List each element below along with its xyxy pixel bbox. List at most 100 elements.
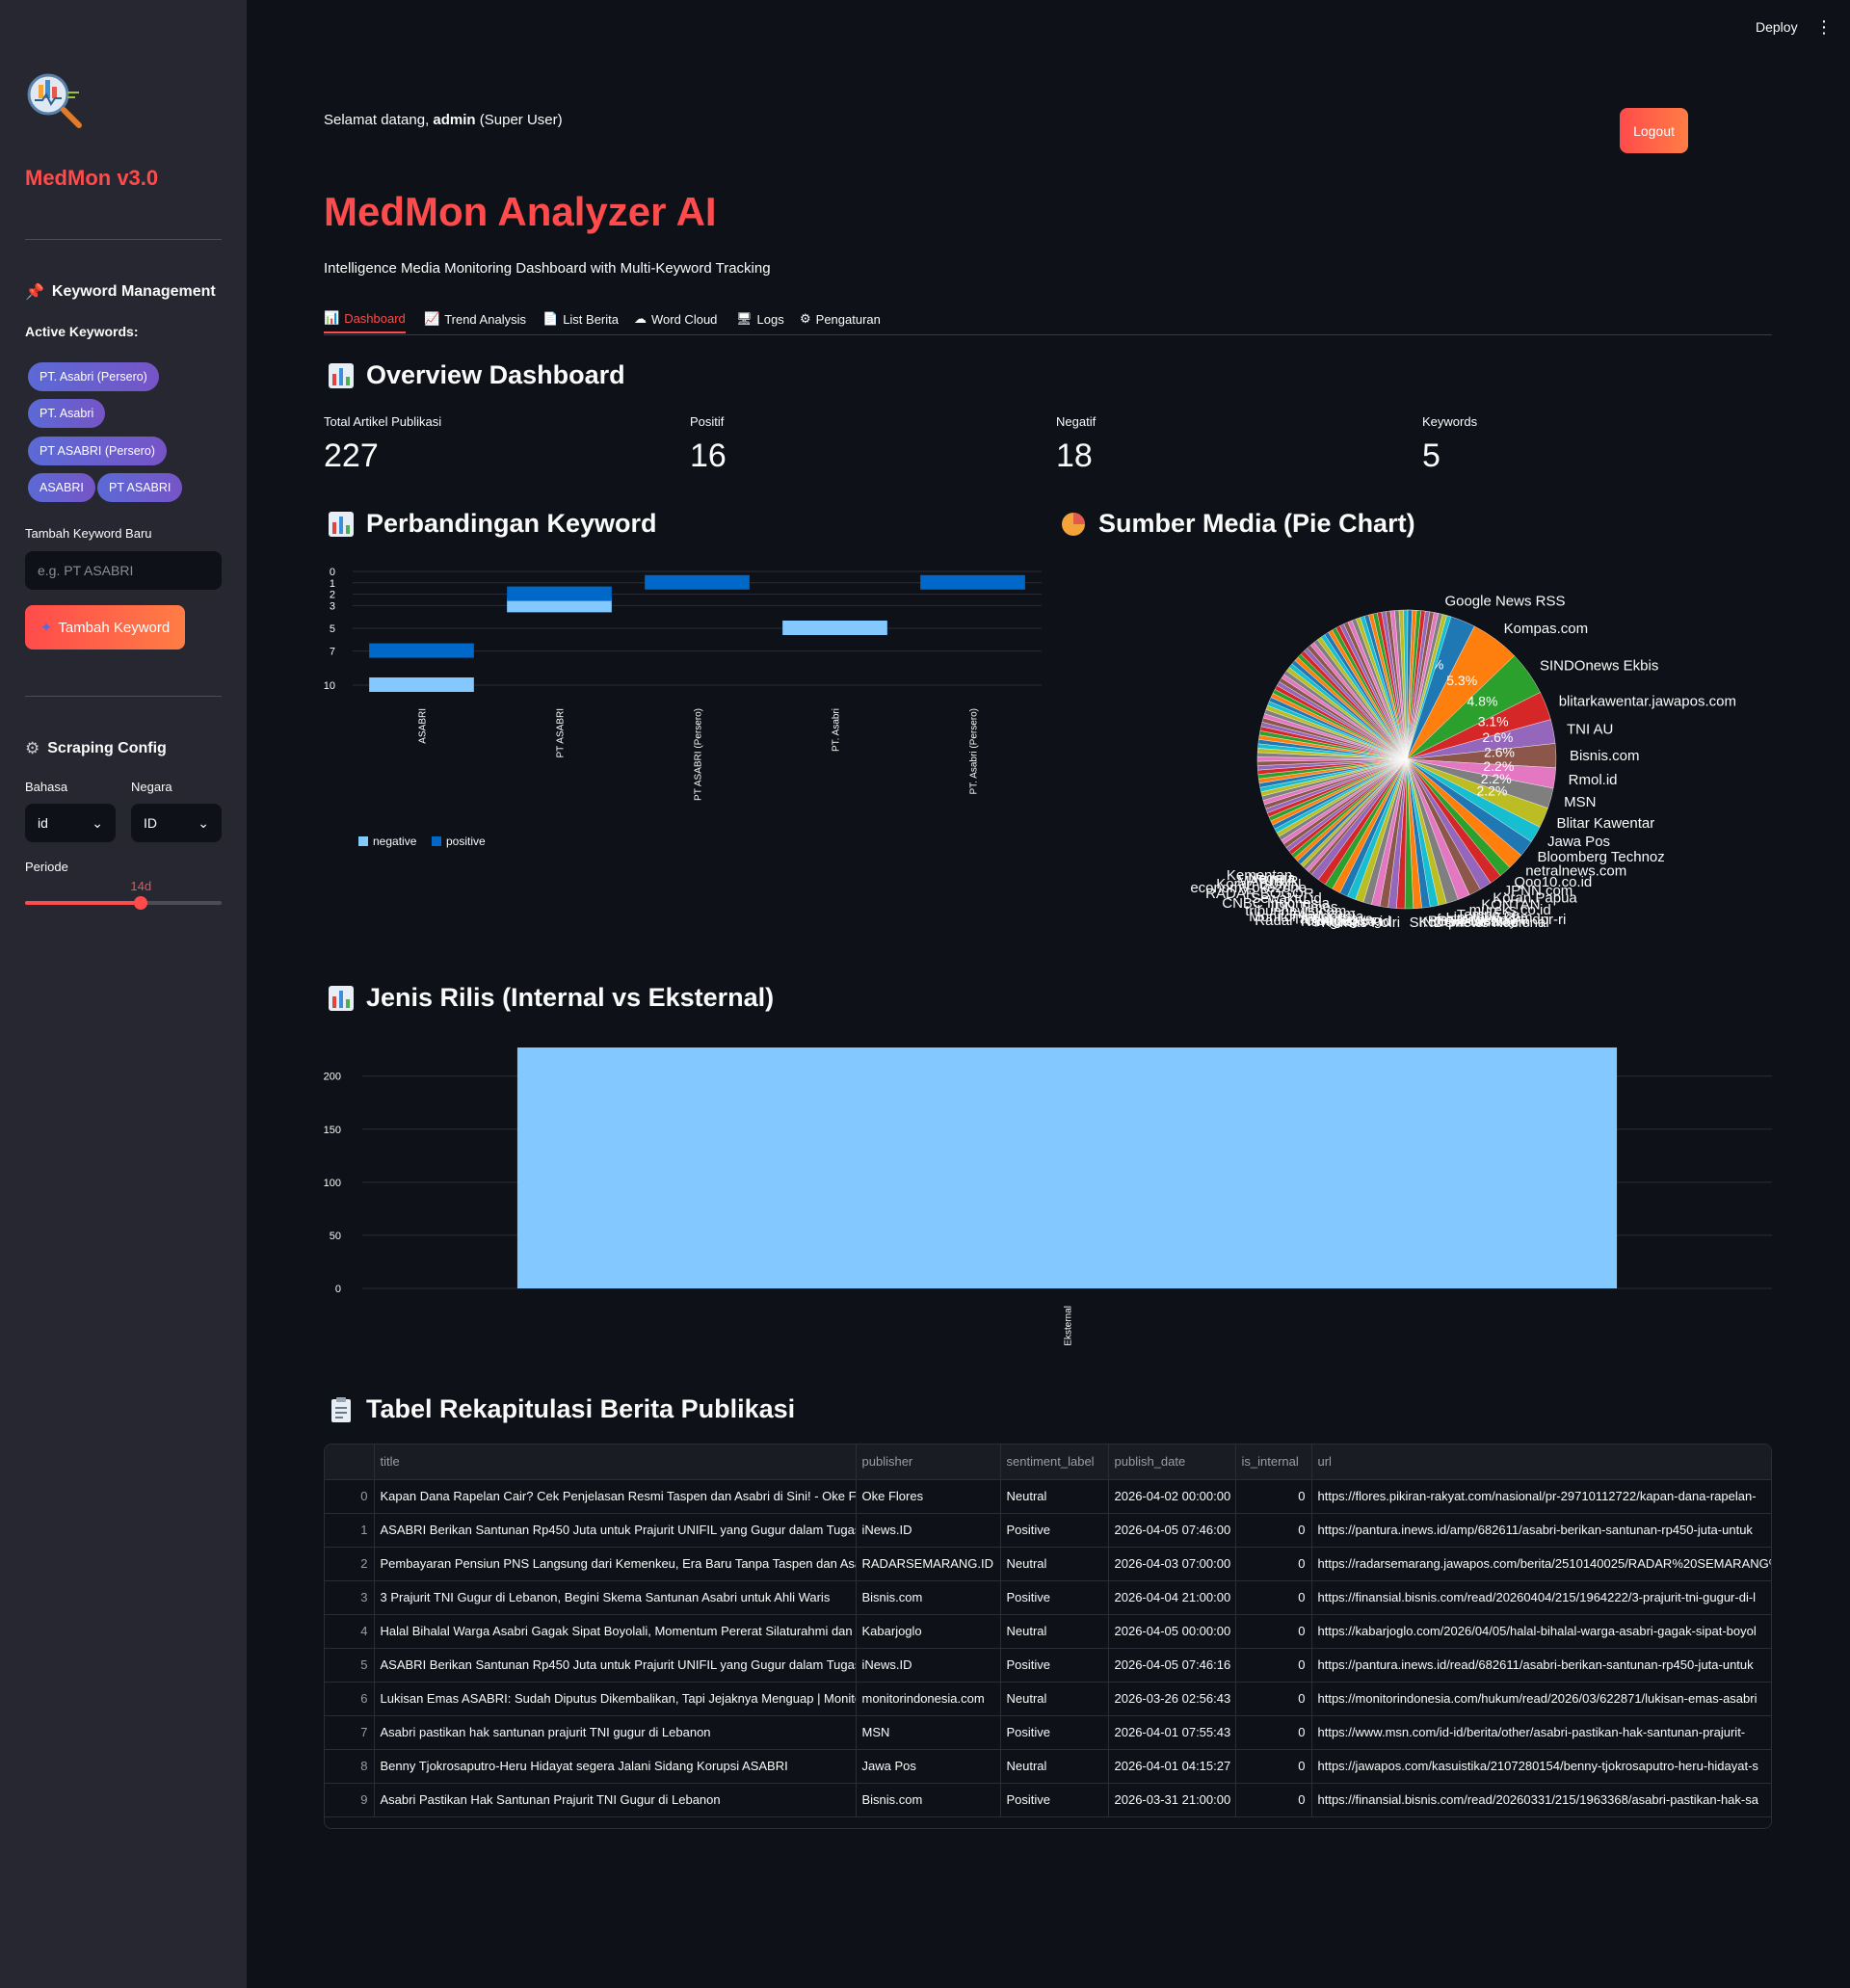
table-cell[interactable]: 2026-04-05 07:46:16: [1108, 1648, 1236, 1683]
column-header[interactable]: publish_date: [1108, 1445, 1236, 1480]
table-cell[interactable]: Bisnis.com: [856, 1580, 1001, 1615]
negara-select[interactable]: ID ⌄: [131, 804, 222, 842]
keyword-pill[interactable]: PT ASABRI: [97, 473, 183, 502]
table-cell[interactable]: ASABRI Berikan Santunan Rp450 Juta untuk…: [374, 1513, 857, 1548]
table-cell[interactable]: Jawa Pos: [856, 1749, 1001, 1784]
table-cell[interactable]: 1: [325, 1513, 375, 1548]
table-row[interactable]: 1 ASABRI Berikan Santunan Rp450 Juta untu…: [325, 1513, 1771, 1548]
tab-dashboard[interactable]: 📊 Dashboard: [324, 305, 406, 333]
tab-logs[interactable]: 🖥 Logs: [736, 305, 784, 333]
table-cell[interactable]: Asabri Pastikan Hak Santunan Prajurit TN…: [374, 1783, 857, 1817]
table-cell[interactable]: Kapan Dana Rapelan Cair? Cek Penjelasan …: [374, 1479, 857, 1514]
table-row[interactable]: 6 Lukisan Emas ASABRI: Sudah Diputus Dike…: [325, 1682, 1771, 1716]
table-cell[interactable]: https://www.msn.com/id-id/berita/other/a…: [1311, 1715, 1771, 1750]
table-cell[interactable]: Pembayaran Pensiun PNS Langsung dari Kem…: [374, 1547, 857, 1581]
table-row[interactable]: 0 Kapan Dana Rapelan Cair? Cek Penjelasan…: [325, 1479, 1771, 1514]
logout-button[interactable]: Logout: [1620, 108, 1688, 153]
table-cell[interactable]: 2026-04-03 07:00:00: [1108, 1547, 1236, 1581]
table-cell[interactable]: Positive: [1000, 1513, 1109, 1548]
news-table[interactable]: title publisher sentiment_label publish_dat…: [324, 1444, 1772, 1829]
tab-list-berita[interactable]: 📄 List Berita: [542, 305, 619, 333]
table-cell[interactable]: 2026-04-04 21:00:00: [1108, 1580, 1236, 1615]
table-row[interactable]: 9 Asabri Pastikan Hak Santunan Prajurit T…: [325, 1783, 1771, 1817]
table-cell[interactable]: ASABRI Berikan Santunan Rp450 Juta untuk…: [374, 1648, 857, 1683]
add-keyword-input[interactable]: e.g. PT ASABRI: [25, 551, 222, 590]
table-cell[interactable]: 0: [325, 1479, 375, 1514]
table-cell[interactable]: Neutral: [1000, 1614, 1109, 1649]
tab-pengaturan[interactable]: ⚙ Pengaturan: [800, 305, 881, 333]
table-cell[interactable]: https://radarsemarang.jawapos.com/berita…: [1311, 1547, 1771, 1581]
bar-positive[interactable]: [507, 586, 612, 601]
table-cell[interactable]: 5: [325, 1648, 375, 1683]
deploy-button[interactable]: Deploy: [1756, 19, 1798, 35]
bar-positive[interactable]: [369, 643, 474, 658]
table-cell[interactable]: Neutral: [1000, 1749, 1109, 1784]
table-cell[interactable]: 2: [325, 1547, 375, 1581]
table-cell[interactable]: Bisnis.com: [856, 1783, 1001, 1817]
table-cell[interactable]: 9: [325, 1783, 375, 1817]
keyword-pill[interactable]: PT ASABRI (Persero): [28, 437, 167, 465]
table-cell[interactable]: https://kabarjoglo.com/2026/04/05/halal-…: [1311, 1614, 1771, 1649]
table-cell[interactable]: https://pantura.inews.id/read/682611/asa…: [1311, 1648, 1771, 1683]
table-cell[interactable]: Positive: [1000, 1648, 1109, 1683]
table-cell[interactable]: Positive: [1000, 1580, 1109, 1615]
column-header[interactable]: publisher: [856, 1445, 1001, 1480]
table-cell[interactable]: Neutral: [1000, 1547, 1109, 1581]
table-cell[interactable]: 2026-04-05 07:46:00: [1108, 1513, 1236, 1548]
table-cell[interactable]: https://jawapos.com/kasuistika/210728015…: [1311, 1749, 1771, 1784]
bar-negative[interactable]: [369, 677, 474, 692]
table-cell[interactable]: 3 Prajurit TNI Gugur di Lebanon, Begini …: [374, 1580, 857, 1615]
table-cell[interactable]: 4: [325, 1614, 375, 1649]
table-cell[interactable]: 0: [1235, 1715, 1312, 1750]
keyword-pill[interactable]: PT. Asabri: [28, 399, 106, 428]
table-cell[interactable]: https://finansial.bisnis.com/read/202604…: [1311, 1580, 1771, 1615]
table-cell[interactable]: 2026-04-02 00:00:00: [1108, 1479, 1236, 1514]
table-cell[interactable]: 3: [325, 1580, 375, 1615]
table-cell[interactable]: 0: [1235, 1682, 1312, 1716]
table-cell[interactable]: Neutral: [1000, 1682, 1109, 1716]
table-cell[interactable]: monitorindonesia.com: [856, 1682, 1001, 1716]
table-cell[interactable]: 0: [1235, 1614, 1312, 1649]
table-row[interactable]: 8 Benny Tjokrosaputro-Heru Hidayat segera…: [325, 1749, 1771, 1784]
table-cell[interactable]: Benny Tjokrosaputro-Heru Hidayat segera …: [374, 1749, 857, 1784]
table-cell[interactable]: https://monitorindonesia.com/hukum/read/…: [1311, 1682, 1771, 1716]
table-row[interactable]: 4 Halal Bihalal Warga Asabri Gagak Sipat …: [325, 1614, 1771, 1649]
column-header[interactable]: title: [374, 1445, 857, 1480]
table-cell[interactable]: 2026-04-01 07:55:43: [1108, 1715, 1236, 1750]
table-cell[interactable]: 2026-03-31 21:00:00: [1108, 1783, 1236, 1817]
table-cell[interactable]: 6: [325, 1682, 375, 1716]
table-cell[interactable]: 2026-04-05 00:00:00: [1108, 1614, 1236, 1649]
periode-slider-thumb[interactable]: [134, 896, 148, 910]
table-cell[interactable]: 0: [1235, 1783, 1312, 1817]
tab-word-cloud[interactable]: ☁ Word Cloud: [634, 305, 717, 333]
table-cell[interactable]: 8: [325, 1749, 375, 1784]
table-cell[interactable]: Positive: [1000, 1783, 1109, 1817]
table-row[interactable]: 7 Asabri pastikan hak santunan prajurit T…: [325, 1715, 1771, 1750]
table-cell[interactable]: https://finansial.bisnis.com/read/202603…: [1311, 1783, 1771, 1817]
table-cell[interactable]: Kabarjoglo: [856, 1614, 1001, 1649]
table-row[interactable]: 33 Prajurit TNI Gugur di Lebanon, Begini…: [325, 1580, 1771, 1615]
table-cell[interactable]: RADARSEMARANG.ID: [856, 1547, 1001, 1581]
more-menu-icon[interactable]: ⋮: [1815, 17, 1833, 38]
table-cell[interactable]: 0: [1235, 1513, 1312, 1548]
table-cell[interactable]: 0: [1235, 1479, 1312, 1514]
bahasa-select[interactable]: id ⌄: [25, 804, 116, 842]
tab-trend-analysis[interactable]: 📈 Trend Analysis: [424, 305, 526, 333]
table-cell[interactable]: 0: [1235, 1547, 1312, 1581]
table-cell[interactable]: 0: [1235, 1648, 1312, 1683]
table-cell[interactable]: 0: [1235, 1580, 1312, 1615]
column-header[interactable]: url: [1311, 1445, 1771, 1480]
bar-negative[interactable]: [782, 621, 887, 635]
table-cell[interactable]: iNews.ID: [856, 1513, 1001, 1548]
table-row[interactable]: 5 ASABRI Berikan Santunan Rp450 Juta untu…: [325, 1648, 1771, 1683]
table-cell[interactable]: iNews.ID: [856, 1648, 1001, 1683]
keyword-pill[interactable]: PT. Asabri (Persero): [28, 362, 159, 391]
column-header[interactable]: sentiment_label: [1000, 1445, 1109, 1480]
column-header[interactable]: [325, 1445, 375, 1480]
table-cell[interactable]: Positive: [1000, 1715, 1109, 1750]
table-cell[interactable]: MSN: [856, 1715, 1001, 1750]
column-header[interactable]: is_internal: [1235, 1445, 1312, 1480]
periode-slider[interactable]: [25, 896, 222, 910]
keyword-pill[interactable]: ASABRI: [28, 473, 95, 502]
bar-positive[interactable]: [920, 574, 1025, 590]
